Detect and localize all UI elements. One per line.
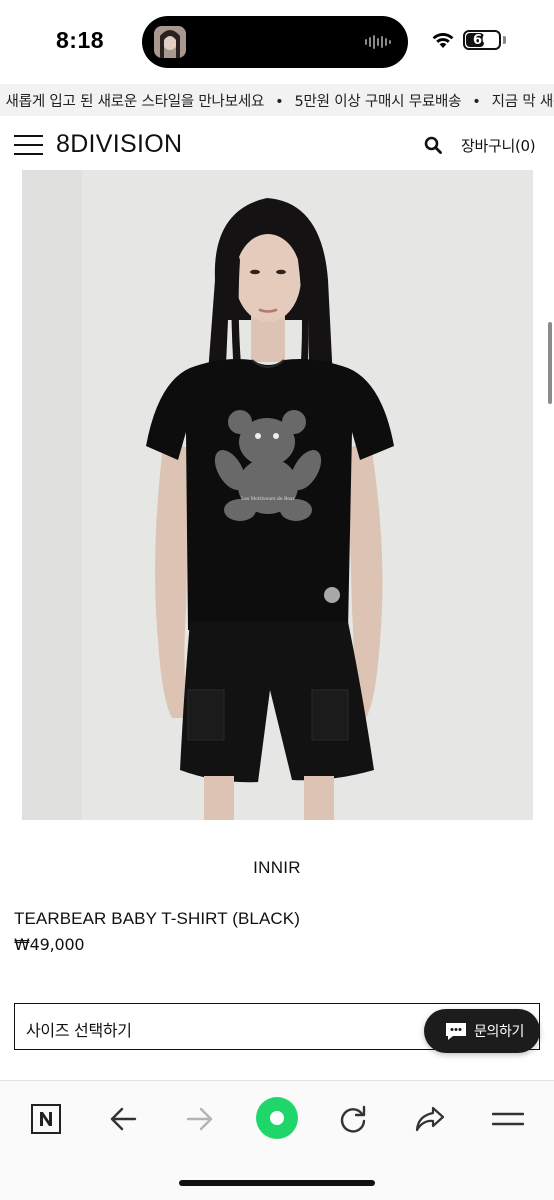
inquiry-button[interactable]: 문의하기 [424,1009,540,1053]
share-icon [415,1106,445,1132]
site-logo[interactable]: 8DIVISION [56,130,182,159]
audio-waveform-icon [365,35,391,49]
inquiry-label: 문의하기 [474,1024,524,1040]
search-icon[interactable] [424,136,442,154]
naver-logo-icon [31,1104,61,1134]
product-photo: Les Mottiveurs de Bear [22,170,533,820]
dynamic-island[interactable] [142,16,408,68]
battery-level: 60 [472,32,492,48]
product-image[interactable]: Les Mottiveurs de Bear [22,170,533,820]
site-header: 8DIVISION 장바구니(0) [0,118,554,172]
arrow-right-icon [186,1107,213,1131]
promo-item: 5만원 이상 구매시 무료배송 [294,94,462,110]
reload-button[interactable] [331,1099,375,1139]
product-price: ₩49,000 [14,935,85,954]
tee-print-text: Les Mottiveurs de Bear [241,496,295,502]
hamburger-menu-icon[interactable] [14,134,43,156]
reload-icon [340,1105,366,1133]
scroll-indicator[interactable] [548,322,552,404]
back-button[interactable] [101,1099,145,1139]
size-select-label: 사이즈 선택하기 [26,1021,132,1040]
menu-icon [492,1112,524,1126]
status-bar: 8:18 60 [0,0,554,82]
green-dot-icon [256,1097,298,1139]
chat-bubble-icon [446,1023,466,1040]
promo-item: 지금 막 새롭 [491,94,554,110]
promo-banner[interactable]: 이 새롭게 입고 된 새로운 스타일을 만나보세요 • 5만원 이상 구매시 무료배… [0,84,554,116]
cart-link[interactable]: 장바구니(0) [461,135,536,156]
battery-indicator: 60 [463,30,501,50]
promo-separator: • [275,94,284,110]
status-indicators: 60 [431,28,506,52]
battery-tip [503,36,506,44]
promo-item: 이 새롭게 입고 된 새로운 스타일을 만나보세요 [0,94,265,110]
more-menu-button[interactable] [486,1099,530,1139]
promo-banner-track: 이 새롭게 입고 된 새로운 스타일을 만나보세요 • 5만원 이상 구매시 무료배… [0,90,554,111]
promo-separator: • [472,94,481,110]
share-button[interactable] [408,1099,452,1139]
arrow-left-icon [110,1107,137,1131]
home-indicator[interactable] [179,1180,375,1186]
product-brand[interactable]: INNIR [0,858,554,878]
status-time: 8:18 [56,27,105,53]
wifi-icon [432,33,454,48]
product-title: TEARBEAR BABY T-SHIRT (BLACK) [14,909,301,928]
forward-button[interactable] [178,1099,222,1139]
green-dot-button[interactable] [254,1095,300,1141]
naver-home-button[interactable] [24,1099,68,1139]
now-playing-thumbnail[interactable] [154,26,186,58]
